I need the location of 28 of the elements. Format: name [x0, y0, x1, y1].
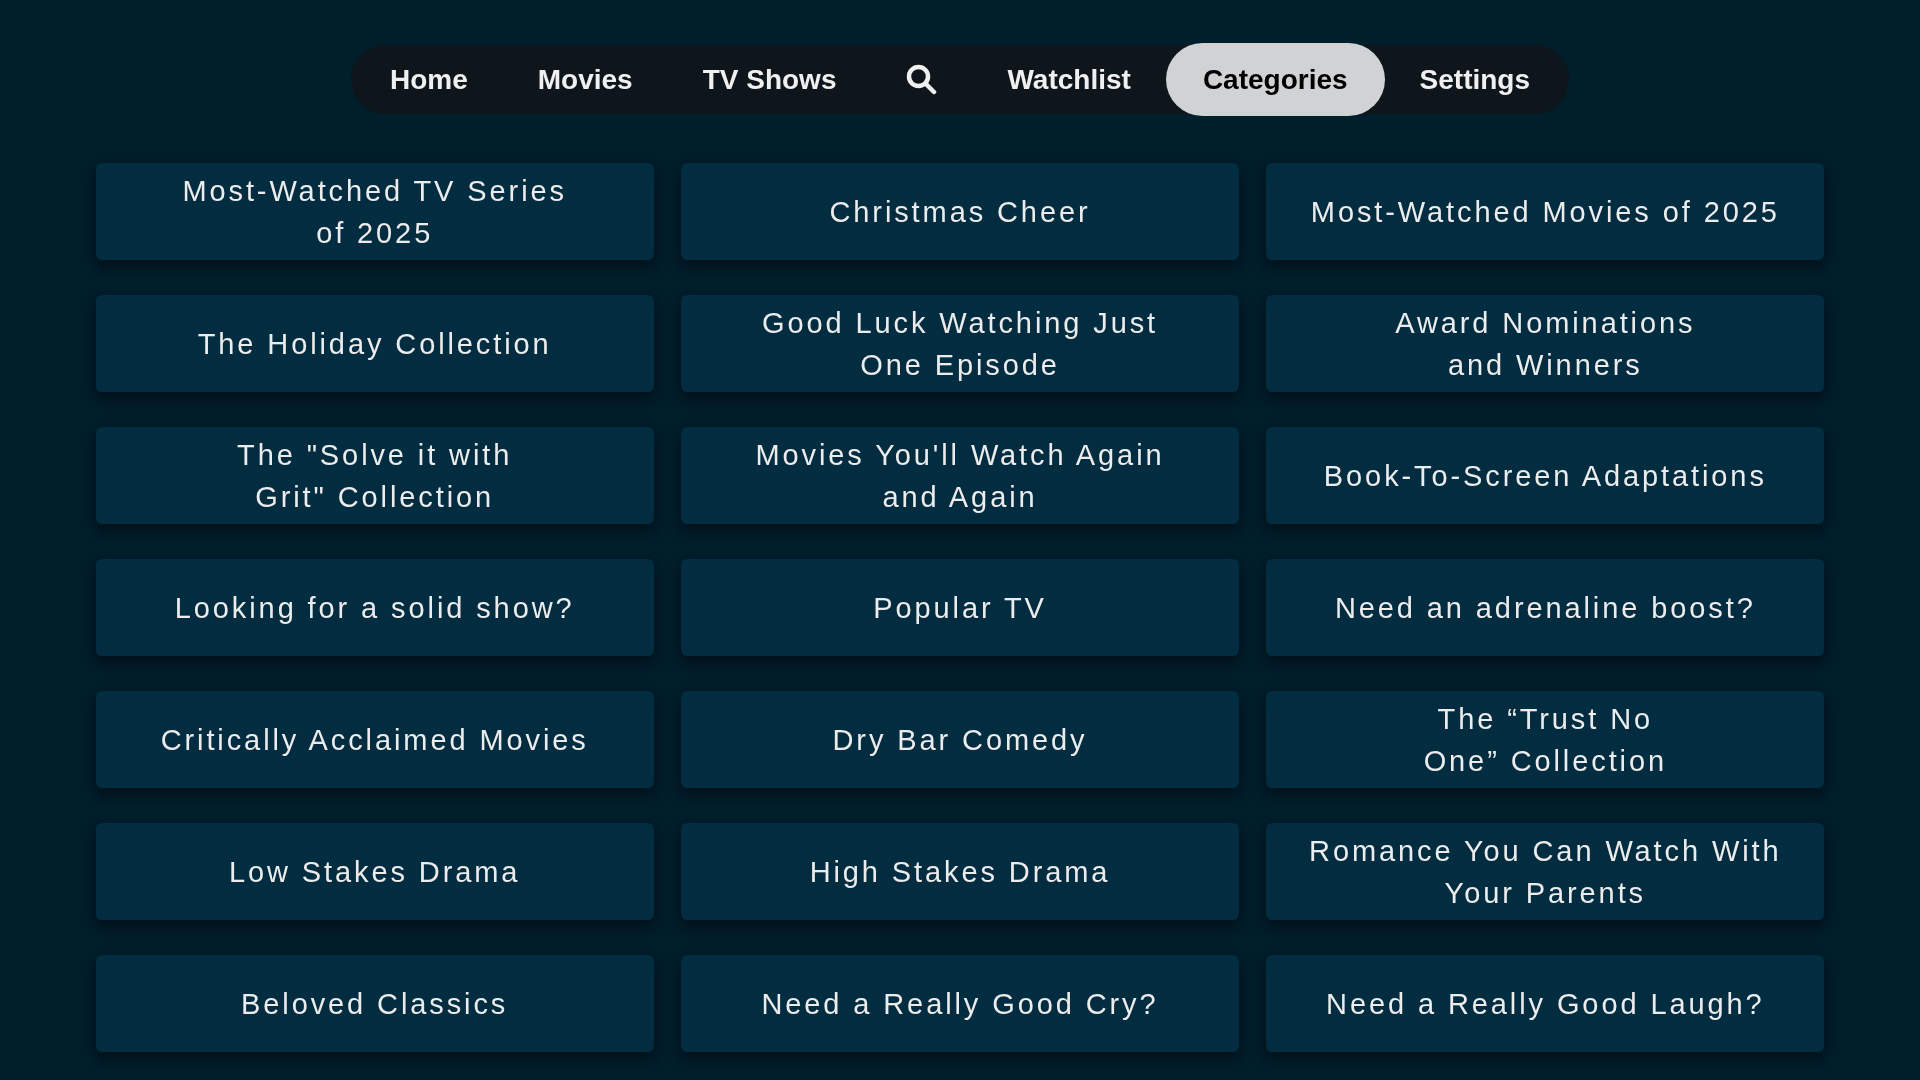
category-tile[interactable]: Most-Watched Movies of 2025 — [1266, 163, 1825, 260]
category-tile[interactable]: Romance You Can Watch With Your Parents — [1266, 823, 1825, 920]
category-tile[interactable]: Critically Acclaimed Movies — [95, 691, 654, 788]
category-tile[interactable]: Need a Really Good Cry? — [680, 955, 1240, 1052]
category-tile[interactable]: Most-Watched TV Series of 2025 — [95, 163, 654, 260]
category-tile[interactable]: Need an adrenaline boost? — [1266, 559, 1825, 656]
category-tile[interactable]: The “Trust No One” Collection — [1266, 691, 1825, 788]
nav-tab[interactable]: Watchlist — [972, 45, 1166, 114]
nav-tab[interactable]: Movies — [502, 45, 668, 114]
category-tile[interactable]: Beloved Classics — [95, 955, 654, 1052]
nav-tab[interactable]: Settings — [1384, 45, 1566, 114]
category-tile[interactable]: Book-To-Screen Adaptations — [1266, 427, 1825, 524]
nav-tab[interactable]: Home — [354, 45, 503, 114]
search-icon — [906, 64, 938, 95]
category-tile[interactable]: Low Stakes Drama — [95, 823, 654, 920]
category-tile[interactable]: Need a Really Good Laugh? — [1266, 955, 1825, 1052]
nav-tab[interactable]: TV Shows — [667, 45, 872, 114]
category-tile[interactable]: Movies You'll Watch Again and Again — [680, 427, 1240, 524]
nav-tab[interactable]: Categories — [1165, 43, 1385, 116]
category-tile[interactable]: Popular TV — [680, 559, 1240, 656]
category-tile[interactable]: The Holiday Collection — [95, 295, 654, 392]
category-tile[interactable]: Dry Bar Comedy — [680, 691, 1240, 788]
category-tile[interactable]: The "Solve it with Grit" Collection — [95, 427, 654, 524]
category-tile[interactable]: Award Nominations and Winners — [1266, 295, 1825, 392]
category-tile[interactable]: Looking for a solid show? — [95, 559, 654, 656]
category-tile[interactable]: Good Luck Watching Just One Episode — [680, 295, 1240, 392]
category-tile[interactable]: High Stakes Drama — [680, 823, 1240, 920]
category-tile[interactable]: Christmas Cheer — [680, 163, 1240, 260]
